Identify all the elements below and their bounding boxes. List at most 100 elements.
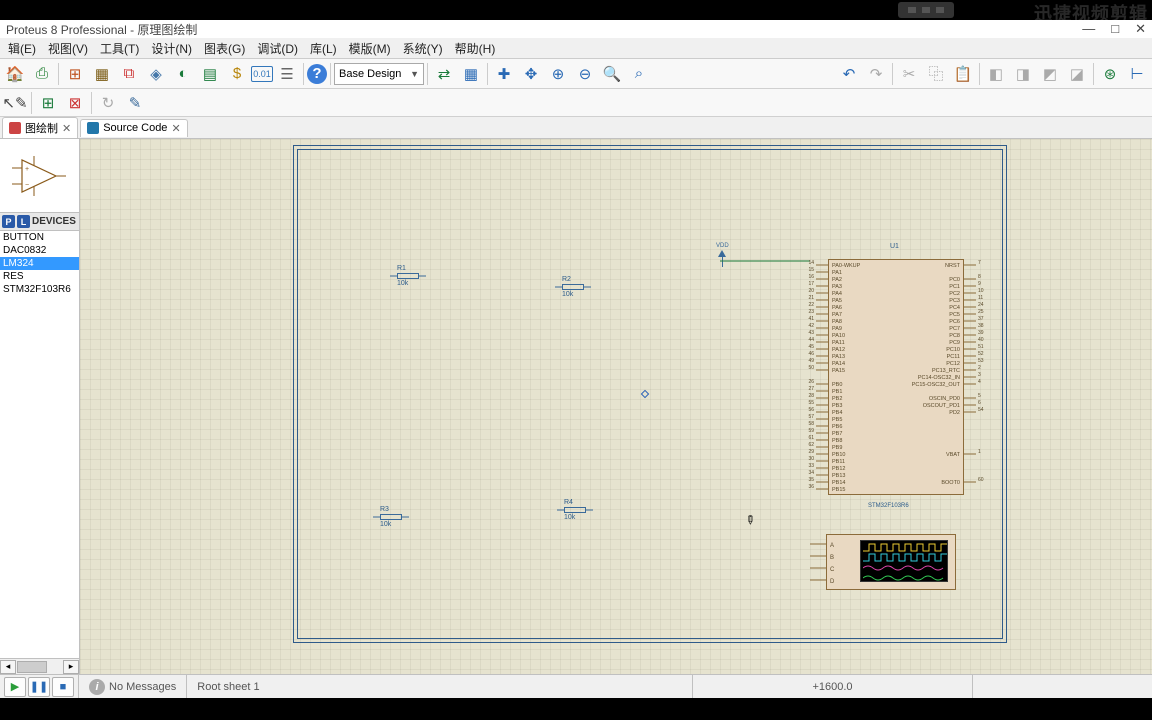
document-tab[interactable]: Source Code✕	[80, 119, 187, 137]
wire-icon[interactable]: ⊢	[1124, 61, 1150, 87]
menu-item[interactable]: 工具(T)	[94, 38, 145, 59]
tool-wire-icon[interactable]: ↖✎	[2, 90, 28, 116]
svg-text:36: 36	[808, 484, 814, 490]
origin-icon[interactable]: ✚	[491, 61, 517, 87]
horizontal-scrollbar[interactable]: ◂ ▸	[0, 658, 79, 674]
transfer-icon[interactable]: ⇄	[431, 61, 457, 87]
block-rotate-icon[interactable]: ◩	[1037, 61, 1063, 87]
design-variant-combo[interactable]: Base Design ▼	[334, 63, 424, 85]
svg-text:30: 30	[808, 456, 814, 462]
redo-icon[interactable]: ↷	[863, 61, 889, 87]
save-icon[interactable]: ⎙	[29, 61, 55, 87]
pick-icon[interactable]: ⊛	[1097, 61, 1123, 87]
svg-text:6: 6	[978, 400, 981, 406]
close-button[interactable]: ✕	[1135, 21, 1146, 37]
menu-item[interactable]: 辑(E)	[2, 38, 42, 59]
zoom-area-icon[interactable]: ⌕	[626, 61, 652, 87]
close-tab-icon[interactable]: ✕	[171, 122, 180, 135]
copy-icon[interactable]: ⿻	[923, 61, 949, 87]
delete-sheet-icon[interactable]: ⊠	[62, 90, 88, 116]
device-list-item[interactable]: DAC0832	[0, 244, 79, 257]
svg-text:43: 43	[808, 330, 814, 336]
svg-text:23: 23	[808, 309, 814, 315]
gerber-icon[interactable]: ◈	[143, 61, 169, 87]
zoom-all-icon[interactable]: 🔍	[599, 61, 625, 87]
home-icon[interactable]: 🏠	[2, 61, 28, 87]
devices-header: P L DEVICES	[0, 213, 79, 231]
rotate-icon[interactable]: ↻	[95, 90, 121, 116]
svg-text:PC2: PC2	[949, 291, 960, 297]
scroll-thumb[interactable]	[17, 661, 47, 673]
block-delete-icon[interactable]: ◪	[1064, 61, 1090, 87]
status-bar: ▶ ❚❚ ■ i No Messages Root sheet 1 +1600.…	[0, 674, 1152, 698]
maximize-button[interactable]: □	[1111, 21, 1119, 37]
svg-text:PB11: PB11	[832, 459, 845, 465]
pick-badge-icon[interactable]: P	[2, 215, 15, 228]
document-tab[interactable]: 图绘制✕	[2, 117, 78, 138]
menu-item[interactable]: 调试(D)	[251, 38, 304, 59]
sim-stop-button[interactable]: ■	[52, 677, 74, 697]
menu-item[interactable]: 库(L)	[304, 38, 343, 59]
scroll-left-icon[interactable]: ◂	[0, 660, 16, 674]
device-list-item[interactable]: RES	[0, 270, 79, 283]
oscilloscope-component[interactable]: ABCD	[808, 534, 960, 592]
list-icon[interactable]: ☰	[274, 61, 300, 87]
help-icon[interactable]: ?	[307, 64, 327, 84]
svg-text:VBAT: VBAT	[946, 452, 961, 458]
grid-icon[interactable]: ▦	[458, 61, 484, 87]
svg-text:PA8: PA8	[832, 319, 842, 325]
sim-pause-button[interactable]: ❚❚	[28, 677, 50, 697]
svg-text:50: 50	[808, 365, 814, 371]
resistor-component[interactable]: R310k	[380, 506, 402, 528]
schematic-icon[interactable]: ⊞	[62, 61, 88, 87]
resistor-component[interactable]: R410k	[564, 499, 586, 521]
schematic-canvas[interactable]: R110kR210kR310kR410k VDD ✎ U1 14PA0-WKUP…	[80, 139, 1152, 674]
svg-text:PC5: PC5	[949, 312, 960, 318]
device-list-item[interactable]: STM32F103R6	[0, 283, 79, 296]
money-icon[interactable]: $	[224, 61, 250, 87]
svg-text:PB0: PB0	[832, 382, 842, 388]
resistor-component[interactable]: R210k	[562, 276, 584, 298]
menu-item[interactable]: 图表(G)	[198, 38, 251, 59]
sim-play-button[interactable]: ▶	[4, 677, 26, 697]
svg-text:PA11: PA11	[832, 340, 845, 346]
zoom-in-icon[interactable]: ⊕	[545, 61, 571, 87]
doc-icon[interactable]: ▤	[197, 61, 223, 87]
undo-icon[interactable]: ↶	[836, 61, 862, 87]
library-badge-icon[interactable]: L	[17, 215, 30, 228]
pcb-icon[interactable]: ▦	[89, 61, 115, 87]
scroll-right-icon[interactable]: ▸	[63, 660, 79, 674]
block-copy-icon[interactable]: ◧	[983, 61, 1009, 87]
svg-text:PA5: PA5	[832, 298, 842, 304]
add-sheet-icon[interactable]: ⊞	[35, 90, 61, 116]
device-list-item[interactable]: BUTTON	[0, 231, 79, 244]
svg-text:+: +	[25, 166, 29, 173]
svg-text:61: 61	[808, 435, 814, 441]
paste-icon[interactable]: 📋	[950, 61, 976, 87]
menu-item[interactable]: 设计(N)	[145, 38, 198, 59]
menu-item[interactable]: 系统(Y)	[397, 38, 449, 59]
svg-text:35: 35	[808, 477, 814, 483]
svg-text:PB13: PB13	[832, 473, 845, 479]
lcd-icon[interactable]: 0.01	[251, 66, 273, 82]
device-list-item[interactable]: LM324	[0, 257, 79, 270]
cut-icon[interactable]: ✂	[896, 61, 922, 87]
resistor-component[interactable]: R110k	[397, 265, 419, 287]
svg-text:11: 11	[978, 295, 983, 301]
edit-icon[interactable]: ✎	[122, 90, 148, 116]
svg-text:16: 16	[808, 274, 814, 280]
menu-item[interactable]: 视图(V)	[42, 38, 94, 59]
menu-item[interactable]: 帮助(H)	[449, 38, 502, 59]
bom-icon[interactable]: ◐	[170, 61, 196, 87]
mcu-component[interactable]: U1 14PA0-WKUP15PA116PA217PA320PA421PA522…	[808, 253, 984, 501]
svg-text:9: 9	[978, 281, 981, 287]
minimize-button[interactable]: —	[1082, 21, 1095, 37]
close-tab-icon[interactable]: ✕	[62, 122, 71, 135]
zoom-out-icon[interactable]: ⊖	[572, 61, 598, 87]
device-list[interactable]: BUTTONDAC0832LM324RESSTM32F103R6	[0, 231, 79, 658]
pan-icon[interactable]: ✥	[518, 61, 544, 87]
vdd-power-symbol[interactable]: VDD	[716, 243, 729, 267]
menu-item[interactable]: 模版(M)	[343, 38, 397, 59]
3d-icon[interactable]: ⧉	[116, 61, 142, 87]
block-move-icon[interactable]: ◨	[1010, 61, 1036, 87]
